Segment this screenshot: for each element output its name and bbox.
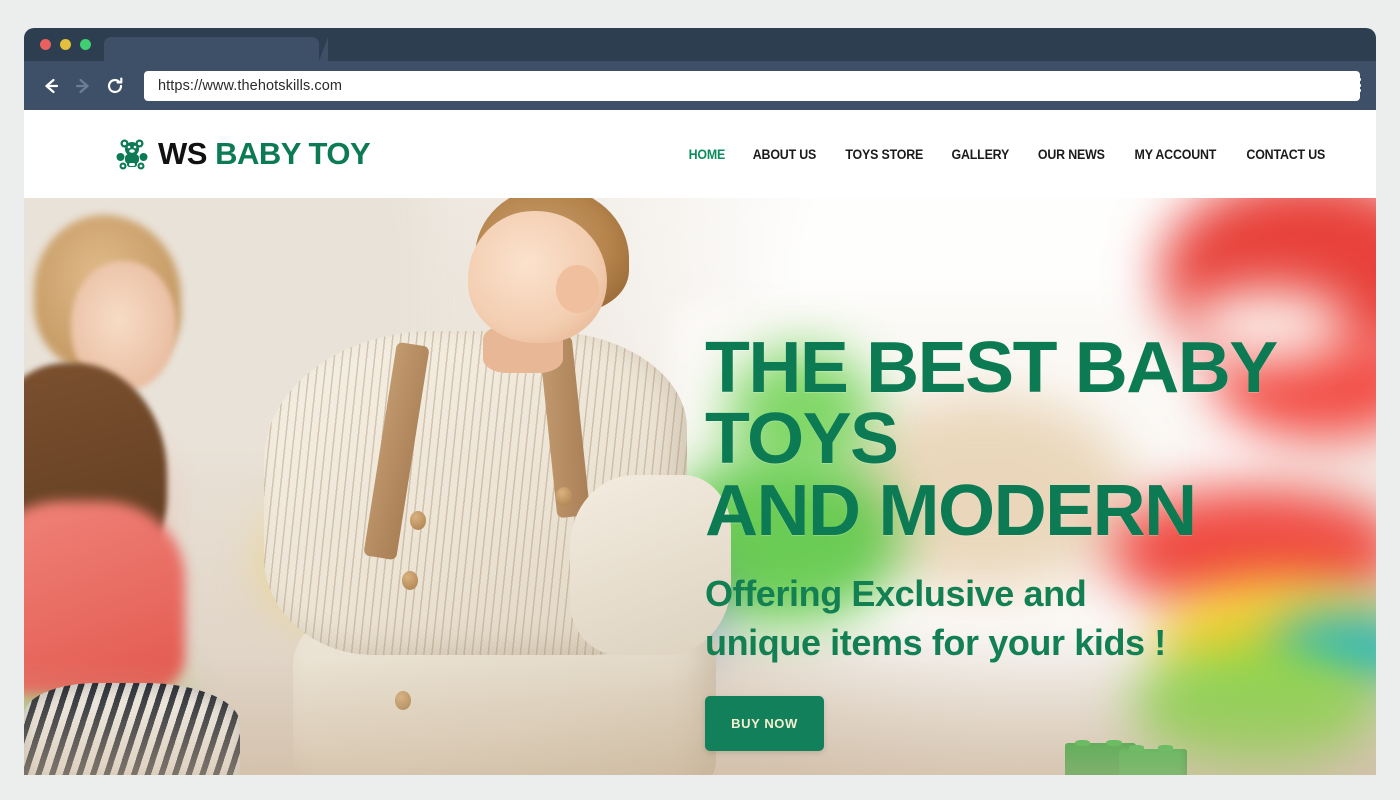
close-window-button[interactable]	[40, 39, 51, 50]
browser-tab[interactable]	[104, 37, 319, 61]
hero-title-line-1: THE BEST BABY TOYS	[705, 328, 1277, 480]
nav-item-contact-us[interactable]: CONTACT US	[1246, 147, 1325, 162]
hero-banner: THE BEST BABY TOYS AND MODERN Offering E…	[24, 198, 1376, 775]
minimize-window-button[interactable]	[60, 39, 71, 50]
url-text: https://www.thehotskills.com	[158, 77, 343, 94]
site-logo[interactable]: WS BABY TOY	[116, 136, 371, 172]
nav-item-our-news[interactable]: OUR NEWS	[1038, 147, 1105, 162]
logo-text-primary: WS	[158, 136, 207, 171]
forward-arrow-icon[interactable]	[70, 73, 96, 99]
site-header: WS BABY TOY HOME ABOUT US TOYS STORE GAL…	[24, 110, 1376, 198]
nav-item-my-account[interactable]: MY ACCOUNT	[1134, 147, 1216, 162]
nav-item-toys-store[interactable]: TOYS STORE	[845, 147, 923, 162]
hero-subtitle-line-2: unique items for your kids !	[705, 622, 1166, 664]
maximize-window-button[interactable]	[80, 39, 91, 50]
nav-item-gallery[interactable]: GALLERY	[952, 147, 1010, 162]
nav-item-home[interactable]: HOME	[689, 147, 726, 162]
logo-text-secondary: BABY TOY	[215, 136, 371, 171]
teddy-bear-icon	[116, 139, 148, 170]
hamburger-menu-icon[interactable]	[1341, 75, 1363, 95]
window-controls	[40, 39, 91, 50]
reload-icon[interactable]	[102, 73, 128, 99]
nav-item-about-us[interactable]: ABOUT US	[753, 147, 817, 162]
hero-subtitle: Offering Exclusive and unique items for …	[705, 569, 1365, 668]
back-arrow-icon[interactable]	[38, 73, 64, 99]
hero-subtitle-line-1: Offering Exclusive and	[705, 572, 1087, 614]
hero-copy: THE BEST BABY TOYS AND MODERN Offering E…	[705, 332, 1365, 752]
browser-window: https://www.thehotskills.com WS BABY TOY…	[24, 28, 1376, 775]
hero-title: THE BEST BABY TOYS AND MODERN	[705, 328, 1376, 551]
browser-toolbar: https://www.thehotskills.com	[24, 61, 1376, 110]
buy-now-button[interactable]: BUY NOW	[705, 696, 824, 752]
hero-title-line-2: AND MODERN	[705, 470, 1197, 551]
browser-titlebar	[24, 28, 1376, 61]
main-navigation: HOME ABOUT US TOYS STORE GALLERY OUR NEW…	[687, 147, 1344, 162]
address-bar[interactable]: https://www.thehotskills.com	[144, 70, 1360, 101]
logo-text: WS BABY TOY	[158, 136, 371, 172]
